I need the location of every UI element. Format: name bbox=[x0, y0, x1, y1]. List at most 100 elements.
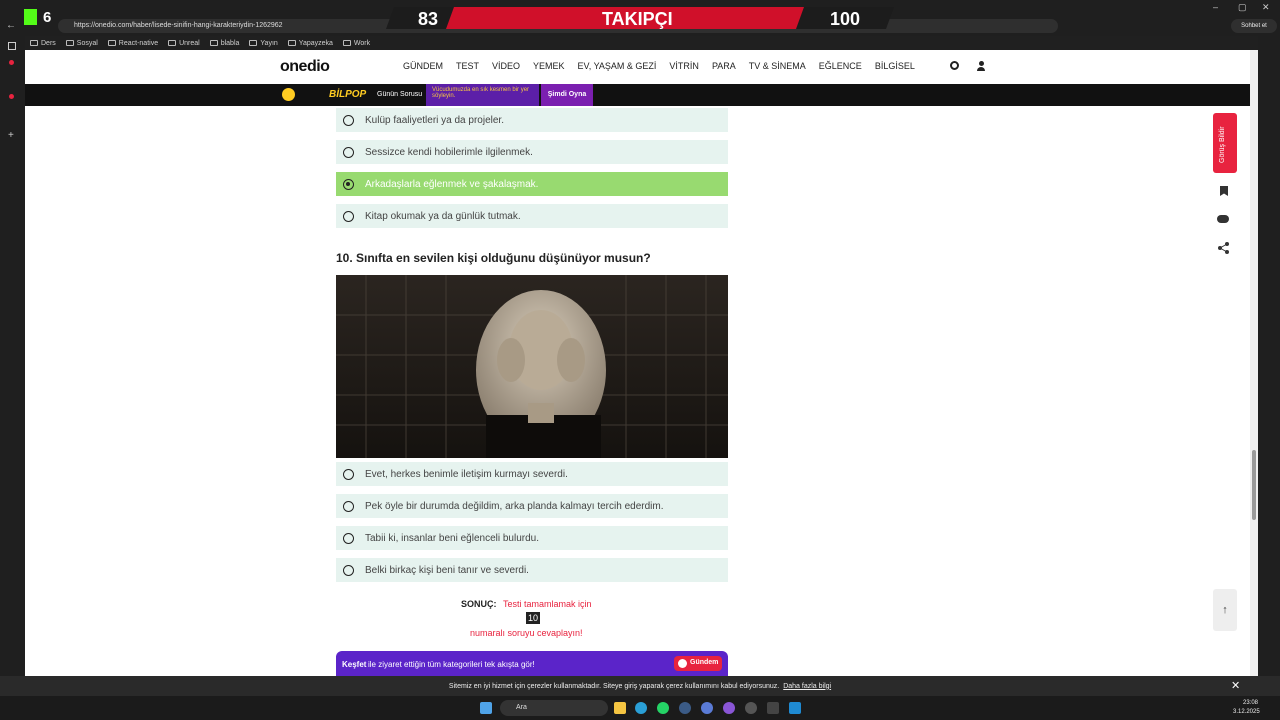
app-dot-icon[interactable] bbox=[9, 60, 14, 65]
bookmark-ders[interactable]: Ders bbox=[30, 40, 56, 47]
folder-icon bbox=[287, 40, 296, 46]
ad-prompt: Vücudumuzda en sık kesmen bir yer söyley… bbox=[426, 84, 539, 106]
taskbar-date: 3.12.2025 bbox=[1233, 709, 1260, 715]
folder-icon bbox=[30, 40, 38, 46]
back-icon[interactable]: ← bbox=[6, 20, 16, 31]
result-label: SONUÇ: bbox=[461, 599, 497, 609]
question-10-title: 10. Sınıfta en sevilen kişi olduğunu düş… bbox=[336, 251, 651, 265]
option-q10-4[interactable]: Belki birkaç kişi beni tanır ve severdi. bbox=[336, 558, 728, 582]
bookmark-blabla[interactable]: blabla bbox=[209, 40, 239, 47]
cookie-close-icon[interactable]: ✕ bbox=[1231, 679, 1240, 692]
edge-icon[interactable] bbox=[635, 702, 647, 714]
emoji-icon bbox=[282, 88, 295, 101]
cookie-text: Sitemiz en iyi hizmet için çerezler kull… bbox=[448, 682, 780, 690]
follower-overlay: 83 TAKIPÇI 100 bbox=[380, 5, 910, 31]
browser-sidebar-right bbox=[1258, 36, 1280, 676]
scroll-top-button[interactable]: ↑ bbox=[1213, 589, 1237, 631]
user-icon[interactable] bbox=[977, 61, 985, 71]
add-icon[interactable]: + bbox=[8, 130, 14, 141]
share-icon[interactable] bbox=[1217, 241, 1231, 255]
feedback-label: Görüş Bildir bbox=[1219, 126, 1226, 163]
window-minimize-icon[interactable]: – bbox=[1213, 2, 1218, 12]
option-q9-1[interactable]: Kulüp faaliyetleri ya da projeler. bbox=[336, 108, 728, 132]
overlay-title: TAKIPÇI bbox=[602, 9, 673, 29]
bookmark-work[interactable]: Work bbox=[342, 40, 370, 47]
search-icon[interactable] bbox=[950, 61, 959, 70]
page-scrollbar-thumb[interactable] bbox=[1252, 450, 1256, 520]
folder-icon bbox=[107, 40, 116, 46]
taskbar-time: 23:08 bbox=[1243, 700, 1259, 706]
profile-badge: 6 bbox=[43, 9, 52, 26]
tab-icon[interactable] bbox=[8, 42, 16, 50]
option-q10-2[interactable]: Pek öyle bir durumda değildim, arka plan… bbox=[336, 494, 728, 518]
nav-para[interactable]: PARA bbox=[712, 61, 736, 71]
radio-icon bbox=[343, 114, 354, 126]
overlay-right-value: 100 bbox=[830, 9, 861, 29]
nav-eglence[interactable]: EĞLENCE bbox=[819, 61, 862, 71]
folder-icon bbox=[342, 40, 351, 46]
nav-ev-yasam-gezi[interactable]: EV, YAŞAM & GEZİ bbox=[578, 61, 657, 71]
bookmark-yapayzeka[interactable]: Yapayzeka bbox=[287, 40, 333, 47]
nav-test[interactable]: TEST bbox=[456, 61, 479, 71]
terminal-icon[interactable] bbox=[767, 702, 779, 714]
radio-icon bbox=[343, 532, 354, 544]
app-icon[interactable] bbox=[701, 702, 713, 714]
ad-label: Günün Sorusu bbox=[377, 91, 423, 98]
bilpop-brand: BİLPOP bbox=[329, 89, 367, 100]
folder-icon bbox=[249, 40, 258, 46]
option-q9-4[interactable]: Kitap okumak ya da günlük tutmak. bbox=[336, 204, 728, 228]
explore-bold: Keşfet bbox=[342, 660, 367, 669]
feedback-button[interactable]: Görüş Bildir bbox=[1213, 113, 1237, 173]
bookmark-react-native[interactable]: React-native bbox=[107, 40, 158, 47]
nav-tv-sinema[interactable]: TV & SİNEMA bbox=[749, 61, 806, 71]
page-scrollbar[interactable] bbox=[1250, 50, 1258, 676]
cookie-more-link[interactable]: Daha fazla bilgi bbox=[783, 683, 831, 690]
vscode-icon[interactable] bbox=[789, 702, 801, 714]
window-maximize-icon[interactable]: ▢ bbox=[1238, 2, 1247, 13]
bookmark-yayin[interactable]: Yayın bbox=[249, 40, 278, 47]
explore-text: ile ziyaret ettiğin tüm kategorileri tek… bbox=[368, 660, 535, 669]
nav-yemek[interactable]: YEMEK bbox=[533, 61, 565, 71]
kick-logo-icon bbox=[24, 9, 37, 25]
app-icon[interactable] bbox=[745, 702, 757, 714]
windows-start-icon[interactable] bbox=[480, 702, 492, 714]
bookmark-sosyal[interactable]: Sosyal bbox=[65, 40, 98, 47]
radio-icon bbox=[343, 564, 354, 576]
result-line2: numaralı soruyu cevaplayın! bbox=[470, 628, 583, 638]
overlay-left-value: 83 bbox=[418, 9, 439, 29]
sohbet-button[interactable]: Sohbet et bbox=[1231, 19, 1277, 33]
file-explorer-icon[interactable] bbox=[614, 702, 626, 714]
result-line1: Testi tamamlamak için bbox=[503, 599, 592, 609]
nav-bilgisel[interactable]: BİLGİSEL bbox=[875, 61, 915, 71]
folder-icon bbox=[65, 40, 74, 46]
radio-icon bbox=[343, 468, 354, 480]
option-q9-3-selected[interactable]: Arkadaşlarla eğlenmek ve şakalaşmak. bbox=[336, 172, 728, 196]
steam-icon[interactable] bbox=[679, 702, 691, 714]
result-number: 10 bbox=[526, 612, 541, 624]
sohbet-label: Sohbet et bbox=[1241, 23, 1267, 29]
radio-icon bbox=[343, 146, 354, 158]
app-dot-icon[interactable] bbox=[9, 94, 14, 99]
arrow-up-icon: ↑ bbox=[1222, 604, 1228, 616]
nav-video[interactable]: VİDEO bbox=[492, 61, 520, 71]
whatsapp-icon[interactable] bbox=[657, 702, 669, 714]
url-text: https://onedio.com/haber/lisede-sinifin-… bbox=[74, 22, 283, 29]
onedio-logo[interactable]: onedio bbox=[280, 58, 330, 76]
explore-banner[interactable]: Keşfet ile ziyaret ettiğin tüm kategoril… bbox=[336, 651, 728, 677]
window-close-icon[interactable]: ✕ bbox=[1262, 2, 1270, 13]
nav-gundem[interactable]: GÜNDEM bbox=[403, 61, 443, 71]
ad-play-button[interactable]: Şimdi Oyna bbox=[541, 84, 593, 106]
option-q10-1[interactable]: Evet, herkes benimle iletişim kurmayı se… bbox=[336, 462, 728, 486]
nav-vitrin[interactable]: VİTRİN bbox=[669, 61, 699, 71]
gundem-button[interactable]: Gündem bbox=[674, 656, 722, 671]
taskbar-search[interactable]: Ara bbox=[500, 700, 608, 716]
comments-icon[interactable] bbox=[1217, 212, 1231, 226]
cookie-bar: Sitemiz en iyi hizmet için çerezler kull… bbox=[0, 676, 1280, 696]
option-q10-3[interactable]: Tabii ki, insanlar beni eğlenceli bulurd… bbox=[336, 526, 728, 550]
bookmark-unreal[interactable]: Unreal bbox=[168, 40, 200, 47]
bookmark-icon[interactable] bbox=[1217, 184, 1231, 198]
option-q9-2[interactable]: Sessizce kendi hobilerimle ilgilenmek. bbox=[336, 140, 728, 164]
folder-icon bbox=[168, 40, 177, 46]
browser-icon[interactable] bbox=[723, 702, 735, 714]
browser-sidebar-left: + bbox=[0, 36, 25, 676]
